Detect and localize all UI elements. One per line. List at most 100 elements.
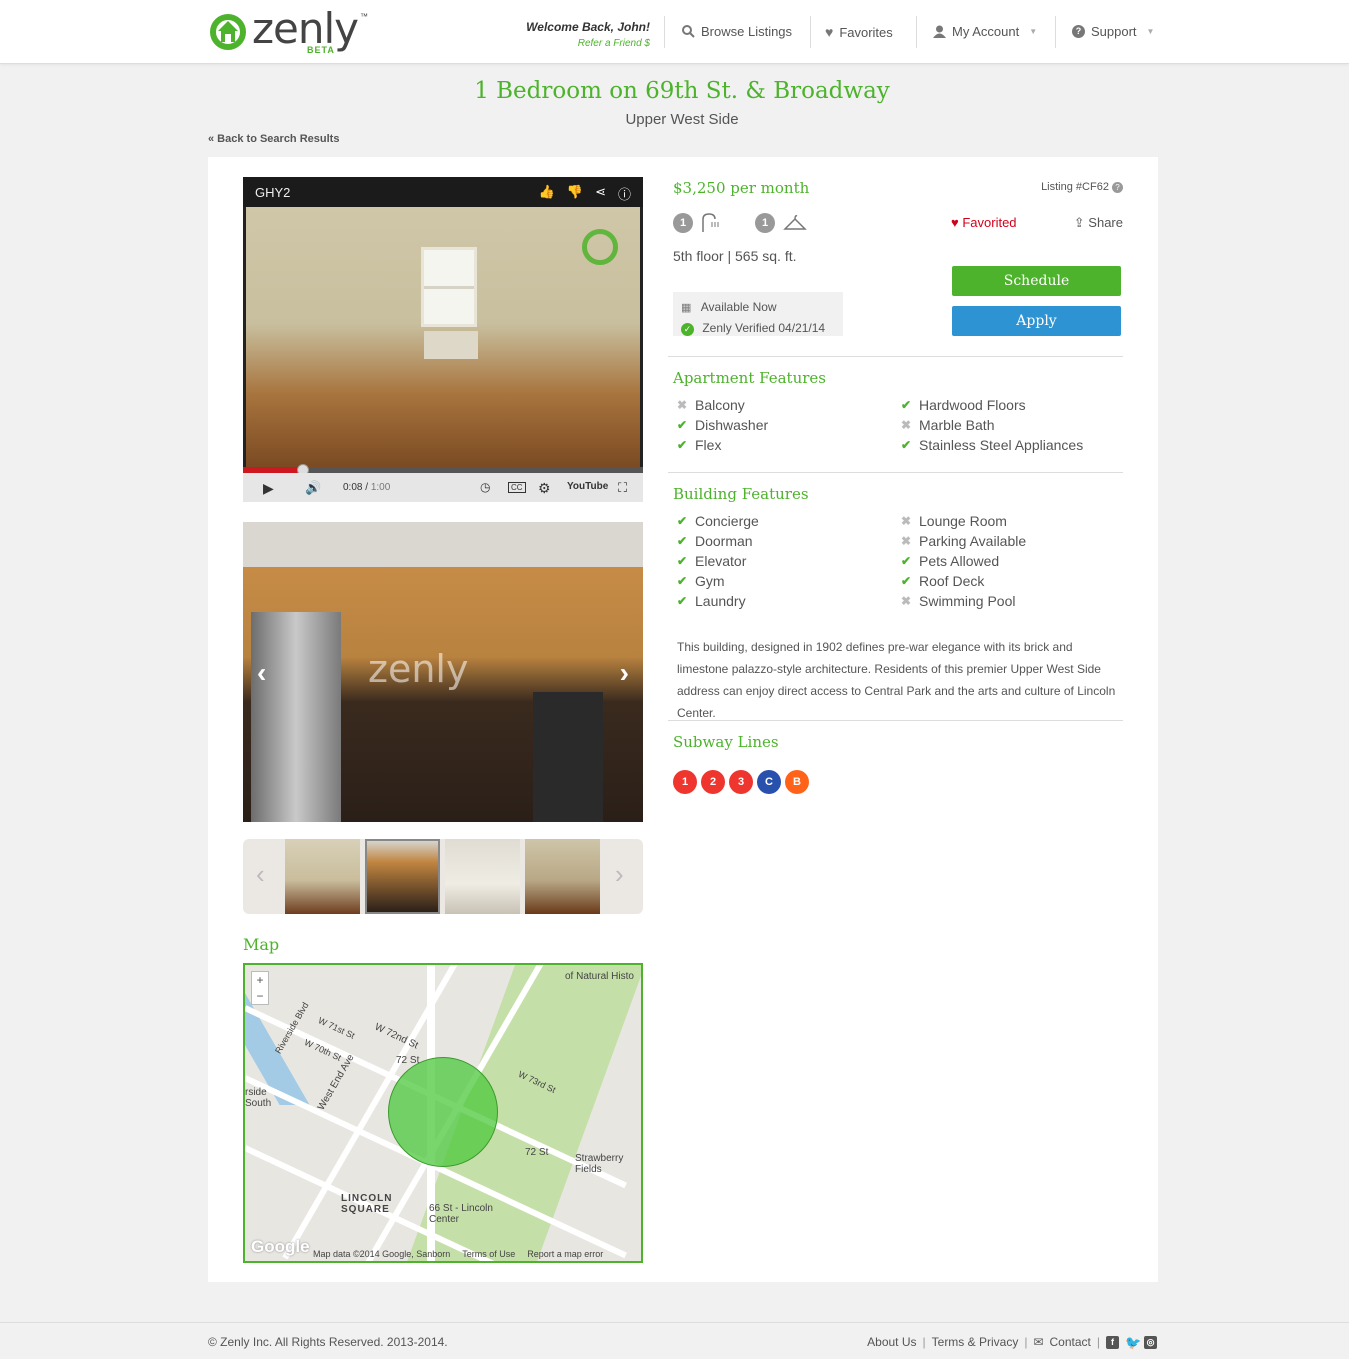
listing-area-circle <box>388 1057 498 1167</box>
feature-label: Laundry <box>695 593 746 609</box>
feature-label: Dishwasher <box>695 417 769 433</box>
listing-panel: GHY2 👍 👎 ⋖ ⓘ ▶ 🔊 0:08 / 1:00 ◷ CC ⚙ YouT… <box>208 157 1158 1282</box>
feature-item: ✔ Elevator <box>673 552 897 570</box>
thumbs-prev-icon[interactable]: ‹ <box>256 859 265 890</box>
play-icon[interactable]: ▶ <box>263 480 274 497</box>
nav-divider <box>1055 16 1056 48</box>
zenly-watermark-icon <box>582 229 618 265</box>
site-header: zenly ™ BETA Welcome Back, John! Refer a… <box>0 0 1349 64</box>
subway-line-badge[interactable]: 1 <box>673 770 697 794</box>
check-circle-icon: ✓ <box>681 323 694 336</box>
feature-item: ✔ Pets Allowed <box>897 552 1121 570</box>
thumbs-up-icon[interactable]: 👍 <box>539 184 555 203</box>
footer-separator: | <box>1024 1335 1028 1349</box>
nav-favorites[interactable]: ♥ Favorites <box>825 24 893 40</box>
thumbs-down-icon[interactable]: 👎 <box>567 184 583 203</box>
photo-carousel[interactable]: zenly ‹ › <box>243 522 643 822</box>
carousel-next-icon[interactable]: › <box>620 657 629 689</box>
footer-separator: | <box>922 1335 926 1349</box>
x-icon: ✖ <box>901 514 912 528</box>
feature-item: ✔ Hardwood Floors <box>897 396 1121 414</box>
feature-item: ✖ Lounge Room <box>897 512 1121 530</box>
nav-support[interactable]: ? Support ▼ <box>1072 24 1154 39</box>
subway-lines: 123CB <box>673 770 809 794</box>
gear-icon[interactable]: ⚙ <box>538 480 551 497</box>
subway-line-badge[interactable]: C <box>757 770 781 794</box>
nav-divider <box>916 16 917 48</box>
verified-text: Zenly Verified 04/21/14 <box>702 321 826 335</box>
trademark-mark: ™ <box>360 12 368 21</box>
check-icon: ✔ <box>901 554 912 568</box>
video-player[interactable]: GHY2 👍 👎 ⋖ ⓘ ▶ 🔊 0:08 / 1:00 ◷ CC ⚙ YouT… <box>243 177 643 502</box>
help-icon[interactable]: ? <box>1112 182 1123 193</box>
feature-item: ✖ Parking Available <box>897 532 1121 550</box>
subway-line-badge[interactable]: 2 <box>701 770 725 794</box>
captions-icon[interactable]: CC <box>508 482 526 493</box>
subway-line-badge[interactable]: B <box>785 770 809 794</box>
check-icon: ✔ <box>901 398 912 412</box>
feature-item: ✔ Stainless Steel Appliances <box>897 436 1121 454</box>
carousel-prev-icon[interactable]: ‹ <box>257 657 266 689</box>
thumbnail[interactable] <box>525 839 600 914</box>
feature-item: ✔ Concierge <box>673 512 897 530</box>
feature-item: ✖ Balcony <box>673 396 897 414</box>
feature-item: ✔ Doorman <box>673 532 897 550</box>
thumbnail[interactable] <box>445 839 520 914</box>
favorited-toggle[interactable]: ♥ Favorited <box>951 215 1017 230</box>
envelope-icon: ✉ <box>1033 1335 1044 1349</box>
info-icon[interactable]: ⓘ <box>618 184 631 203</box>
welcome-block: Welcome Back, John! Refer a Friend $ <box>480 20 650 49</box>
share-icon[interactable]: ⋖ <box>595 184 606 203</box>
feature-label: Stainless Steel Appliances <box>919 437 1084 453</box>
schedule-button[interactable]: Schedule <box>952 266 1121 296</box>
youtube-logo[interactable]: YouTube <box>567 481 608 492</box>
bath-count: 1 <box>673 213 693 233</box>
question-icon: ? <box>1072 25 1085 38</box>
about-link[interactable]: About Us <box>867 1335 916 1349</box>
shower-icon <box>702 213 719 232</box>
share-link[interactable]: ⇪ Share <box>1074 215 1123 231</box>
apartment-features-heading: Apartment Features <box>673 369 826 387</box>
house-logo-icon <box>210 14 246 50</box>
map-terms-link[interactable]: Terms of Use <box>462 1249 515 1259</box>
zoom-in-button[interactable]: + <box>252 972 268 988</box>
beta-badge: BETA <box>307 45 335 55</box>
watch-later-icon[interactable]: ◷ <box>480 480 490 494</box>
user-icon <box>933 25 946 38</box>
contact-link[interactable]: Contact <box>1050 1335 1091 1349</box>
map-label: LINCOLN SQUARE <box>341 1193 393 1215</box>
nav-label: My Account <box>952 24 1020 39</box>
back-to-results-link[interactable]: « Back to Search Results <box>208 133 339 145</box>
section-divider <box>668 472 1123 473</box>
window-pane <box>424 286 474 289</box>
thumbnail-selected[interactable] <box>365 839 440 914</box>
video-actions: 👍 👎 ⋖ ⓘ <box>539 184 631 203</box>
instagram-icon[interactable]: ◎ <box>1144 1335 1157 1349</box>
map-report-link[interactable]: Report a map error <box>527 1249 603 1259</box>
facebook-icon[interactable]: f <box>1106 1335 1119 1349</box>
feature-label: Gym <box>695 573 725 589</box>
nav-my-account[interactable]: My Account ▼ <box>933 24 1037 39</box>
building-features-heading: Building Features <box>673 485 809 503</box>
thumbs-next-icon[interactable]: › <box>615 859 624 890</box>
map-label: of Natural Histo <box>565 971 634 982</box>
search-icon <box>682 25 695 38</box>
location-map[interactable]: W 72nd St W 71st St W 70th St West End A… <box>243 963 643 1263</box>
video-frame[interactable] <box>246 207 640 467</box>
refer-friend-link[interactable]: Refer a Friend $ <box>480 38 650 49</box>
nav-browse-listings[interactable]: Browse Listings <box>682 24 792 39</box>
volume-icon[interactable]: 🔊 <box>305 480 321 496</box>
twitter-icon[interactable]: 🐦 <box>1125 1336 1141 1349</box>
welcome-message: Welcome Back, John! <box>526 20 650 34</box>
fullscreen-icon[interactable]: ⛶ <box>618 480 627 496</box>
check-icon: ✔ <box>901 438 912 452</box>
terms-link[interactable]: Terms & Privacy <box>932 1335 1019 1349</box>
video-controls: ▶ 🔊 0:08 / 1:00 ◷ CC ⚙ YouTube ⛶ <box>243 473 643 502</box>
feature-label: Swimming Pool <box>919 593 1016 609</box>
zoom-out-button[interactable]: − <box>252 988 268 1004</box>
subway-line-badge[interactable]: 3 <box>729 770 753 794</box>
thumbnail[interactable] <box>285 839 360 914</box>
copyright: © Zenly Inc. All Rights Reserved. 2013-2… <box>208 1335 448 1349</box>
apply-button[interactable]: Apply <box>952 306 1121 336</box>
zenly-logo[interactable]: zenly ™ BETA <box>210 4 380 58</box>
